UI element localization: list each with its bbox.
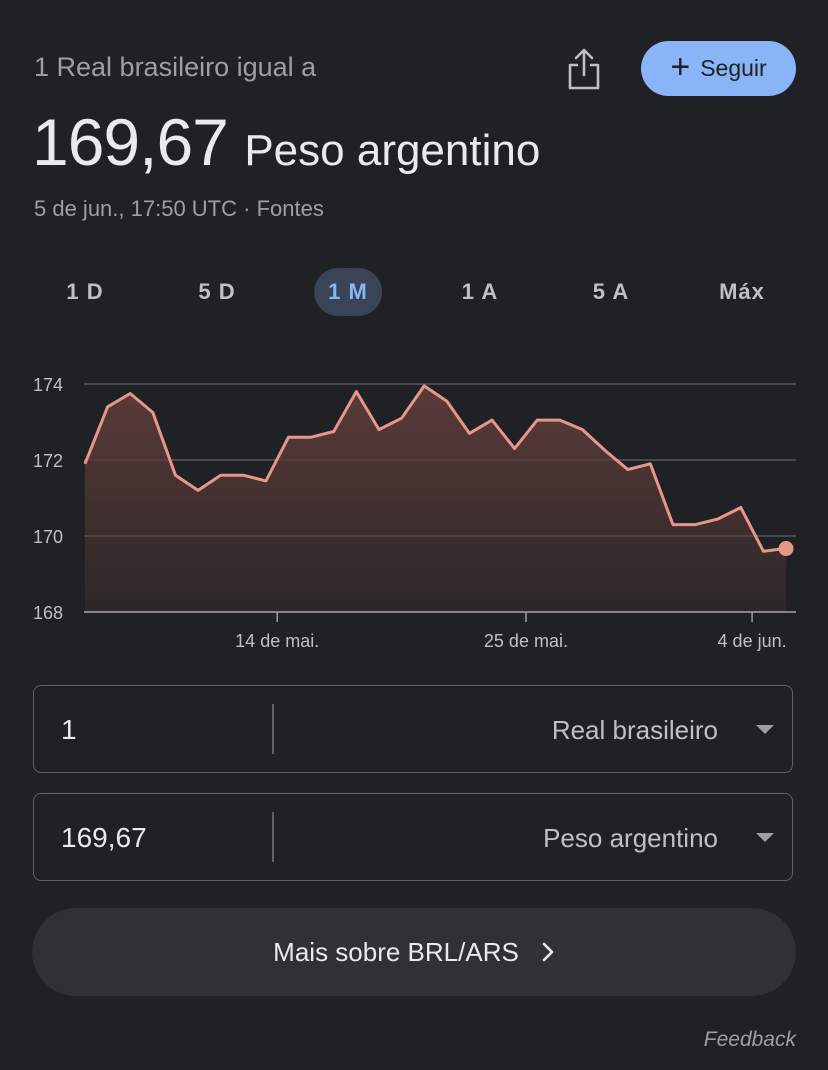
timestamp: 5 de jun., 17:50 UTC · — [34, 196, 257, 221]
range-tabs: 1 D 5 D 1 M 1 A 5 A Máx — [0, 268, 828, 316]
y-tick-label: 168 — [33, 603, 63, 623]
chevron-down-icon[interactable] — [756, 725, 774, 734]
y-tick-label: 172 — [33, 451, 63, 471]
timestamp-line: 5 de jun., 17:50 UTC · Fontes — [34, 196, 324, 222]
conversion-subtitle: 1 Real brasileiro igual a — [34, 52, 317, 82]
more-about-label: Mais sobre BRL/ARS — [273, 936, 519, 967]
x-tick-label: 14 de mai. — [235, 631, 319, 651]
y-tick-label: 170 — [33, 527, 63, 547]
rate-currency: Peso argentino — [244, 126, 541, 175]
x-tick-label: 4 de jun. — [718, 631, 787, 651]
from-currency-select[interactable]: Real brasileiro — [552, 686, 718, 774]
exchange-rate: 169,67 Peso argentino — [32, 104, 540, 180]
x-tick-label: 25 de mai. — [484, 631, 568, 651]
follow-button[interactable]: + Seguir — [641, 41, 796, 96]
plus-icon: + — [670, 48, 691, 86]
chevron-down-icon[interactable] — [756, 833, 774, 842]
tab-5a[interactable]: 5 A — [593, 268, 629, 316]
chevron-right-icon — [542, 942, 554, 962]
more-about-button[interactable]: Mais sobre BRL/ARS — [32, 908, 796, 996]
to-amount-input[interactable]: 169,67 — [61, 794, 147, 882]
share-icon — [568, 48, 600, 90]
area-fill — [85, 385, 786, 612]
to-currency-select[interactable]: Peso argentino — [543, 794, 718, 882]
follow-label: Seguir — [700, 55, 767, 81]
exchange-rate-chart[interactable]: 174 172 170 168 14 de mai. 25 de mai. 4 de jun… — [0, 350, 828, 670]
share-button[interactable] — [560, 42, 608, 96]
sources-link[interactable]: Fontes — [257, 196, 324, 221]
tab-1d[interactable]: 1 D — [66, 268, 103, 316]
feedback-link[interactable]: Feedback — [704, 1028, 796, 1052]
from-currency-field: 1 Real brasileiro — [33, 685, 793, 773]
current-value-dot — [778, 541, 794, 557]
tab-1a[interactable]: 1 A — [462, 268, 498, 316]
tab-5d[interactable]: 5 D — [198, 268, 235, 316]
field-divider — [272, 812, 274, 862]
rate-value: 169,67 — [32, 105, 229, 179]
to-currency-field: 169,67 Peso argentino — [33, 793, 793, 881]
tab-max[interactable]: Máx — [719, 268, 765, 316]
field-divider — [272, 704, 274, 754]
y-tick-label: 174 — [33, 375, 63, 395]
tab-1m[interactable]: 1 M — [314, 268, 382, 316]
from-amount-input[interactable]: 1 — [61, 686, 77, 774]
